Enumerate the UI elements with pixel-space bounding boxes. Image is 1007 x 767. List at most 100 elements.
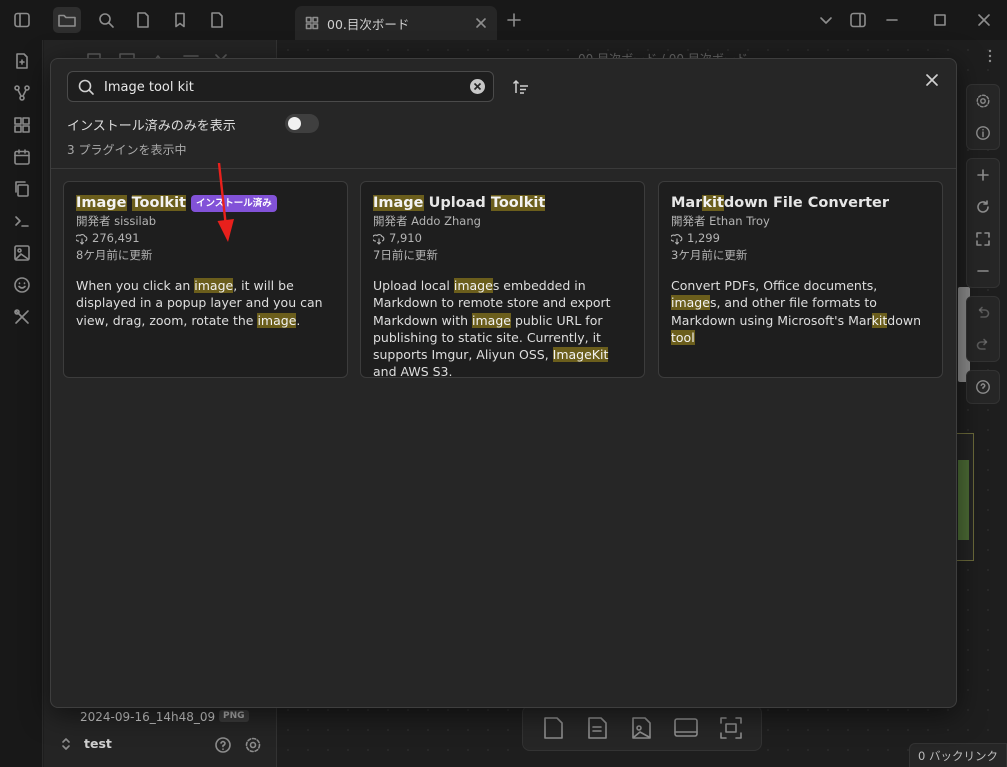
plugin-title: Image Toolkit インストール済み [76,193,335,213]
desc-part: tool [671,329,695,345]
tab-canvas[interactable]: 00.目次ボード [295,6,497,40]
file-icon [137,12,149,28]
divider [51,168,956,169]
minimize-button[interactable] [880,8,904,32]
plugin-card[interactable]: Markitdown File Converter 開発者 Ethan Troy… [658,181,943,378]
title-part: Image [76,195,127,211]
title-part: Toolkit [490,195,546,211]
copy-icon [15,181,29,197]
sidebar-file-item[interactable]: 2024-09-16_14h48_09 [80,710,215,724]
add-webpage-button[interactable] [672,715,700,741]
canvas-grid-icon [14,117,30,133]
desc-part: kit [871,312,888,328]
tab-list-button[interactable] [814,8,838,32]
plus-icon [977,169,989,181]
plugin-author: 開発者 sissilab [76,214,157,228]
file-explorer-button[interactable] [53,7,81,33]
plus-icon [507,13,521,27]
plugin-author: 開発者 Ethan Troy [671,214,770,228]
more-options-button[interactable] [987,48,993,64]
desc-part: image [453,278,493,293]
search-button[interactable] [92,7,120,33]
desc-part: image [194,278,234,293]
close-icon [978,14,990,26]
ribbon-new-note[interactable] [10,49,34,73]
desc-part: Convert PDFs, Office documents, [671,278,878,293]
redo-button[interactable] [967,329,999,361]
toggle-sidebar-button[interactable] [8,7,36,33]
zoom-to-fit-button[interactable] [967,223,999,255]
plugin-updated: 7日前に更新 [373,248,438,262]
ribbon-command-palette[interactable] [10,209,34,233]
plugin-updated: 8ケ月前に更新 [76,248,153,262]
sort-button[interactable] [510,76,532,98]
canvas-help-button[interactable] [967,371,999,403]
chevron-down-icon [820,17,832,24]
modal-close-button[interactable] [921,69,943,91]
downloads-count: 276,491 [92,231,140,245]
plugin-card[interactable]: Image Toolkit インストール済み 開発者 sissilab 276,… [63,181,348,378]
redo-icon [976,338,988,350]
add-group-button[interactable] [718,715,744,741]
window-close-button[interactable] [972,8,996,32]
ribbon-templates[interactable] [10,177,34,201]
document-button[interactable] [203,7,231,33]
file-image-icon [632,717,651,739]
tab-close-button[interactable] [471,13,491,33]
canvas-image-node-green[interactable] [958,460,969,540]
canvas-settings-button[interactable] [967,85,999,117]
plugin-count: 3 プラグインを表示中 [67,143,187,157]
title-part: Image [373,195,424,211]
gear-icon [245,737,261,753]
ribbon-daily-note[interactable] [10,145,34,169]
right-sidebar-toggle[interactable] [846,8,870,32]
ribbon-tools[interactable] [10,305,34,329]
installed-only-toggle[interactable] [285,114,319,133]
help-icon [215,737,231,753]
desc-part: . [296,312,301,328]
file-button[interactable] [129,7,157,33]
ribbon-graph-view[interactable] [10,81,34,105]
close-icon [473,82,482,91]
zoom-out-button[interactable] [967,255,999,287]
add-note-button[interactable] [584,715,610,741]
downloads-count: 1,299 [687,231,720,245]
chevron-updown-icon [62,737,70,750]
settings-button[interactable] [244,736,262,754]
title-part: down File Converter [723,195,890,211]
add-media-button[interactable] [628,715,654,741]
minus-icon [977,270,989,272]
backlinks-status[interactable]: 0 バックリンク [909,743,1007,767]
sidebar-right-icon [850,12,866,28]
desc-part: down [887,312,922,328]
ribbon-image[interactable] [10,241,34,265]
canvas-info-button[interactable] [967,117,999,149]
ribbon-emoji[interactable] [10,273,34,297]
plugin-downloads: 276,491 [76,230,335,247]
search-icon [99,13,114,28]
new-tab-button[interactable] [503,9,525,31]
plugin-updated: 3ケ月前に更新 [671,248,748,262]
plugin-title: Markitdown File Converter [671,193,930,213]
annotation-arrow-icon [217,163,234,242]
title-part: Mar [671,195,703,211]
sidebar-toggle-icon [14,12,30,28]
ribbon-canvas[interactable] [10,113,34,137]
close-icon [476,18,486,28]
plugin-card[interactable]: Image Upload Toolkit 開発者 Addo Zhang 7,91… [360,181,645,379]
add-card-button[interactable] [540,715,566,741]
tab-title: 00.目次ボード [327,16,410,32]
plugin-downloads: 7,910 [373,230,632,247]
maximize-button[interactable] [928,8,952,32]
title-part [127,195,132,211]
title-part: Toolkit [131,195,186,211]
clear-search-button[interactable] [470,79,485,94]
search-input[interactable] [104,75,464,99]
bookmarks-button[interactable] [166,7,194,33]
vault-switcher[interactable]: test [60,736,112,751]
reset-zoom-button[interactable] [967,191,999,223]
help-button[interactable] [214,736,232,754]
zoom-in-button[interactable] [967,159,999,191]
undo-button[interactable] [967,297,999,329]
canvas-tab-icon [305,16,319,30]
